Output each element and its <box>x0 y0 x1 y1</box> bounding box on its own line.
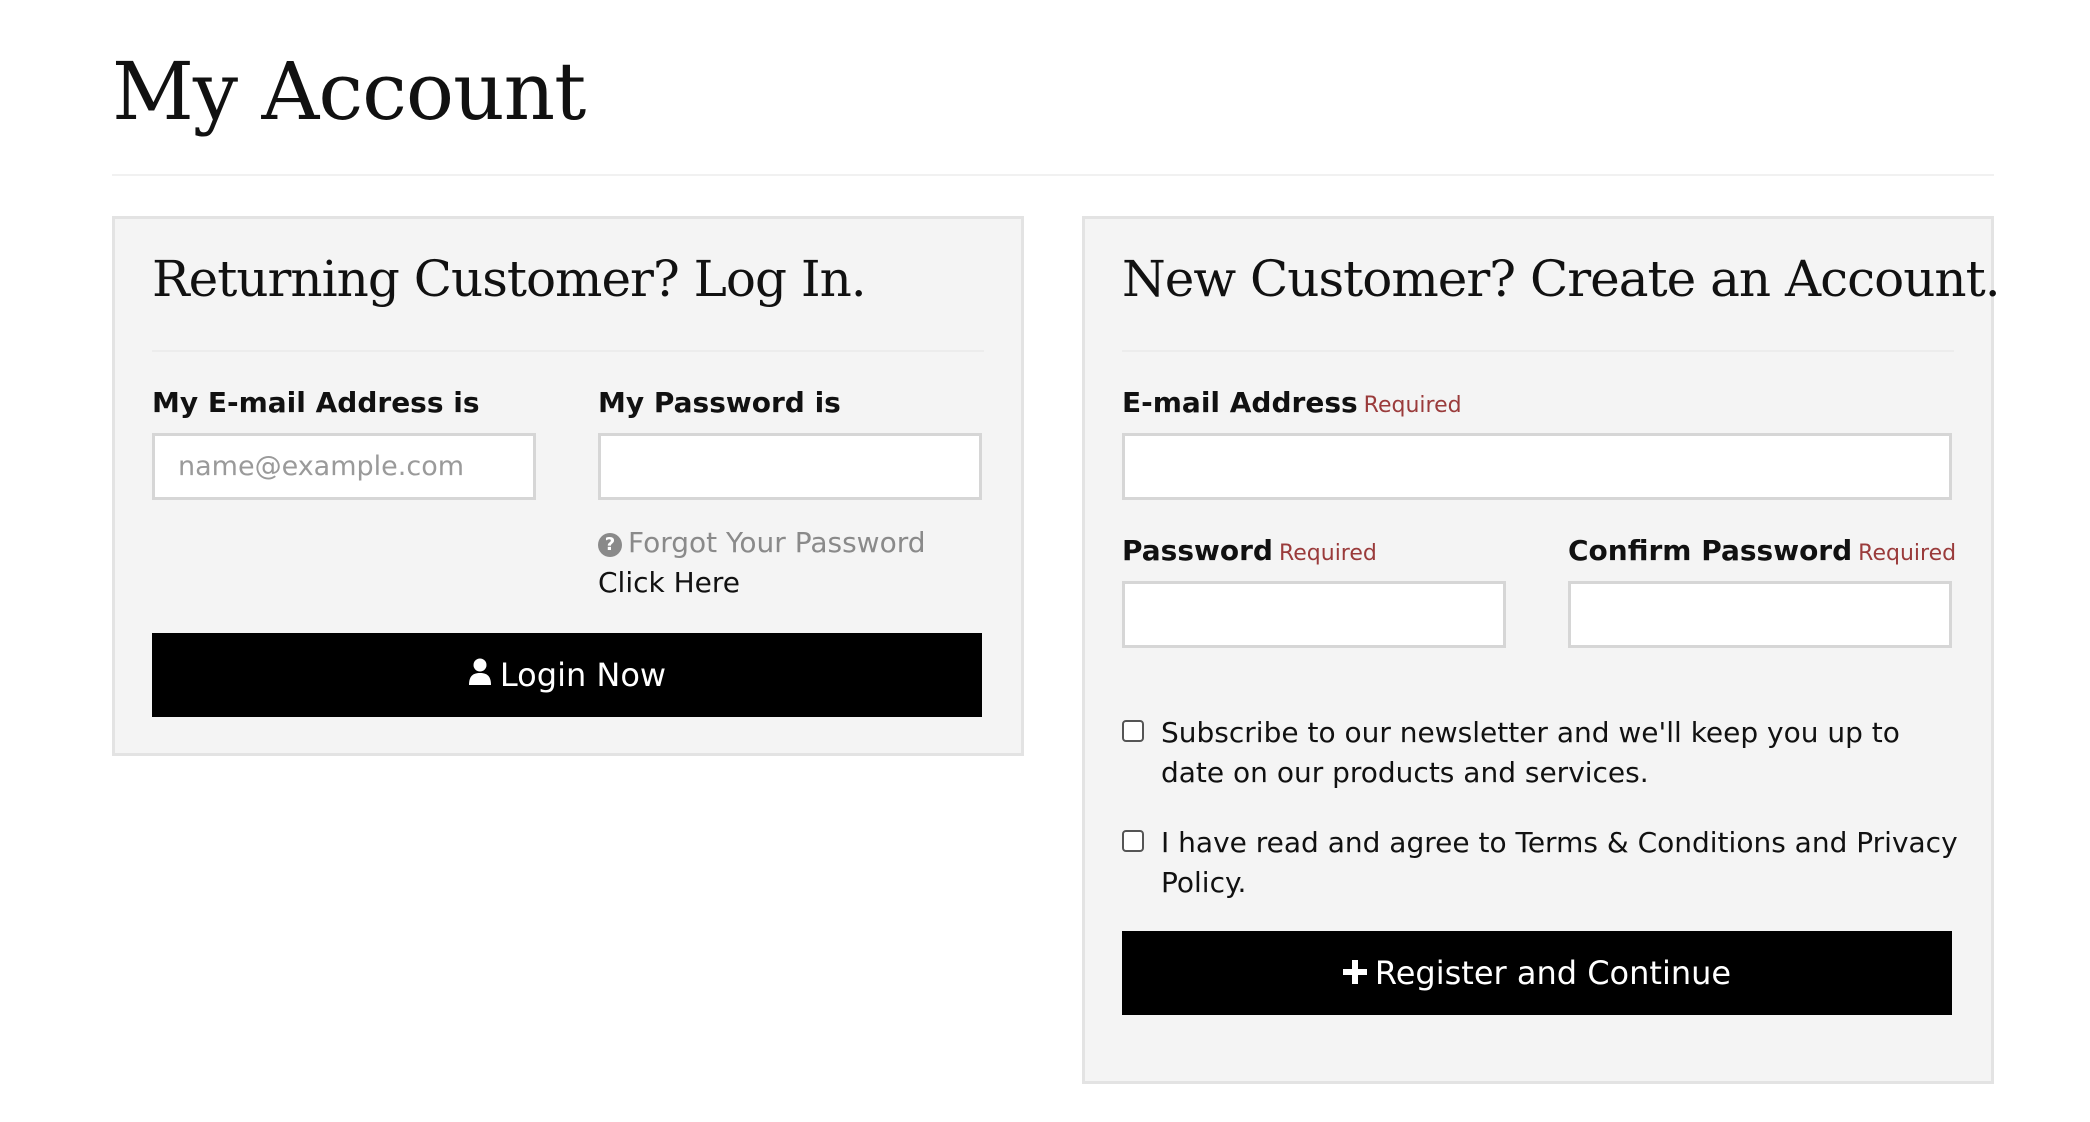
register-continue-button[interactable]: Register and Continue <box>1122 931 1952 1015</box>
login-email-input[interactable] <box>152 433 536 500</box>
title-divider <box>112 174 1994 176</box>
question-circle-icon: ? <box>598 533 622 557</box>
login-password-input[interactable] <box>598 433 982 500</box>
login-now-button[interactable]: Login Now <box>152 633 982 717</box>
register-email-input[interactable] <box>1122 433 1952 500</box>
register-password-input[interactable] <box>1122 581 1506 648</box>
register-heading: New Customer? Create an Account. <box>1122 250 2001 308</box>
register-confirm-password-label: Confirm Password Required <box>1568 537 1956 565</box>
user-icon <box>468 656 492 694</box>
terms-text: I have read and agree to Terms & Conditi… <box>1161 826 1958 899</box>
register-confirm-label-text: Confirm Password <box>1568 534 1853 567</box>
terms-option: I have read and agree to Terms & Conditi… <box>1122 823 1962 903</box>
login-heading-divider <box>152 350 984 352</box>
login-panel: Returning Customer? Log In. My E-mail Ad… <box>112 216 1024 756</box>
login-heading: Returning Customer? Log In. <box>152 250 867 308</box>
login-password-label: My Password is <box>598 386 841 419</box>
register-email-label: E-mail Address Required <box>1122 389 1462 417</box>
forgot-password: ? Forgot Your Password Click Here <box>598 523 998 603</box>
forgot-password-link[interactable]: Click Here <box>598 566 740 599</box>
required-indicator: Required <box>1278 541 1377 566</box>
page-title: My Account <box>112 45 586 138</box>
required-indicator: Required <box>1363 393 1462 418</box>
register-continue-label: Register and Continue <box>1374 954 1732 992</box>
terms-checkbox[interactable] <box>1122 830 1144 852</box>
newsletter-option: Subscribe to our newsletter and we'll ke… <box>1122 713 1962 793</box>
plus-icon <box>1342 954 1367 992</box>
login-now-label: Login Now <box>499 656 667 694</box>
register-panel: New Customer? Create an Account. E-mail … <box>1082 216 2001 1084</box>
register-confirm-password-input[interactable] <box>1568 581 1952 648</box>
required-indicator: Required <box>1858 541 1957 566</box>
register-password-label: Password Required <box>1122 537 1377 565</box>
newsletter-text: Subscribe to our newsletter and we'll ke… <box>1161 716 1900 789</box>
newsletter-checkbox[interactable] <box>1122 720 1144 742</box>
register-password-label-text: Password <box>1122 534 1273 567</box>
forgot-password-text: Forgot Your Password <box>628 526 926 559</box>
login-email-label: My E-mail Address is <box>152 386 480 419</box>
register-email-label-text: E-mail Address <box>1122 386 1358 419</box>
register-heading-divider <box>1122 350 1954 352</box>
